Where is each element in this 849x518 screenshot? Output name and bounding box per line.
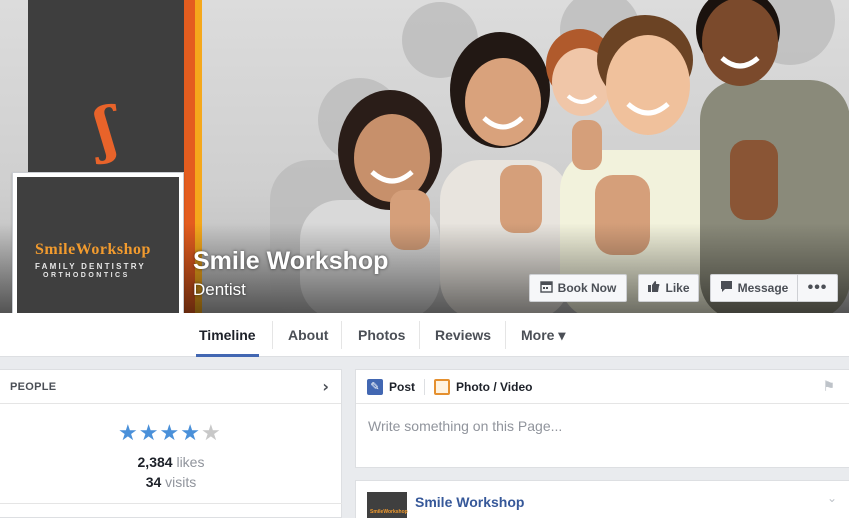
message-label: Message bbox=[737, 281, 789, 295]
visits-count: 34 bbox=[145, 474, 162, 490]
star-icon: ★ bbox=[138, 421, 159, 446]
tab-timeline[interactable]: Timeline bbox=[199, 313, 256, 357]
message-button[interactable]: Message bbox=[710, 274, 798, 302]
likes-stat: 2,384 likes bbox=[0, 454, 342, 470]
book-now-label: Book Now bbox=[557, 281, 617, 295]
photo-tab-label: Photo / Video bbox=[456, 379, 533, 394]
people-title: PEOPLE bbox=[10, 380, 57, 393]
selected-tab-indicator bbox=[196, 354, 259, 357]
star-empty-icon: ★ bbox=[200, 421, 221, 446]
composer-tabs: ✎ Post Photo / Video ⚑ bbox=[356, 370, 849, 404]
post-card: SmileWorkshop Smile Workshop ⌄ bbox=[355, 480, 849, 518]
page-tab-bar: Timeline About Photos Reviews More ▾ bbox=[0, 313, 849, 357]
flag-icon[interactable]: ⚑ bbox=[822, 379, 835, 395]
tab-divider bbox=[341, 321, 342, 349]
star-icon: ★ bbox=[159, 421, 180, 446]
avatar-logo-text: SmileWorkshop bbox=[370, 509, 408, 515]
book-now-button[interactable]: Book Now bbox=[529, 274, 627, 302]
tab-divider bbox=[272, 321, 273, 349]
post-author-avatar[interactable]: SmileWorkshop bbox=[367, 492, 408, 518]
photo-icon bbox=[434, 378, 451, 395]
tab-divider bbox=[419, 321, 420, 349]
post-tab-label: Post bbox=[389, 379, 416, 394]
post-composer: ✎ Post Photo / Video ⚑ Write something o… bbox=[355, 369, 849, 468]
tab-divider bbox=[505, 321, 506, 349]
logo-tagline-1: FAMILY DENTISTRY bbox=[35, 262, 146, 271]
divider bbox=[0, 503, 342, 504]
composer-tab-post[interactable]: ✎ Post bbox=[367, 378, 416, 395]
message-icon bbox=[720, 280, 733, 296]
like-button[interactable]: Like bbox=[638, 274, 699, 302]
visits-stat: 34 visits bbox=[0, 474, 342, 490]
post-author-name[interactable]: Smile Workshop bbox=[415, 494, 524, 510]
visits-label: visits bbox=[165, 474, 197, 490]
tab-reviews[interactable]: Reviews bbox=[435, 313, 491, 357]
logo-tagline-2: ORTHODONTICS bbox=[43, 272, 130, 279]
chevron-right-icon[interactable]: › bbox=[322, 377, 329, 396]
like-label: Like bbox=[665, 281, 690, 295]
chevron-down-icon[interactable]: ⌄ bbox=[827, 491, 837, 505]
tab-more[interactable]: More ▾ bbox=[521, 313, 565, 357]
page-title[interactable]: Smile Workshop bbox=[193, 247, 388, 276]
likes-label: likes bbox=[176, 454, 205, 470]
star-rating: ★ ★ ★ ★ ★ bbox=[118, 423, 221, 445]
more-options-button[interactable]: ••• bbox=[797, 274, 838, 302]
likes-count: 2,384 bbox=[137, 454, 173, 470]
page-category[interactable]: Dentist bbox=[193, 280, 246, 300]
composer-input[interactable]: Write something on this Page... bbox=[368, 418, 562, 434]
star-icon: ★ bbox=[118, 421, 138, 446]
pencil-icon: ✎ bbox=[367, 378, 383, 395]
facebook-page: ʃ SmileWorkshop FAMILY DENTISTRY ORTHODO… bbox=[0, 0, 849, 518]
people-header[interactable]: PEOPLE › bbox=[0, 370, 341, 404]
composer-tab-photo-video[interactable]: Photo / Video bbox=[434, 378, 533, 395]
calendar-icon bbox=[539, 280, 553, 296]
logo-wordmark: SmileWorkshop bbox=[35, 241, 151, 258]
composer-tab-divider bbox=[424, 378, 426, 395]
tab-about[interactable]: About bbox=[288, 313, 328, 357]
tab-photos[interactable]: Photos bbox=[358, 313, 405, 357]
thumbs-up-icon bbox=[647, 280, 660, 296]
people-card: PEOPLE › ★ ★ ★ ★ ★ 2,384 likes 34 visits bbox=[0, 369, 342, 518]
star-icon: ★ bbox=[180, 421, 200, 446]
